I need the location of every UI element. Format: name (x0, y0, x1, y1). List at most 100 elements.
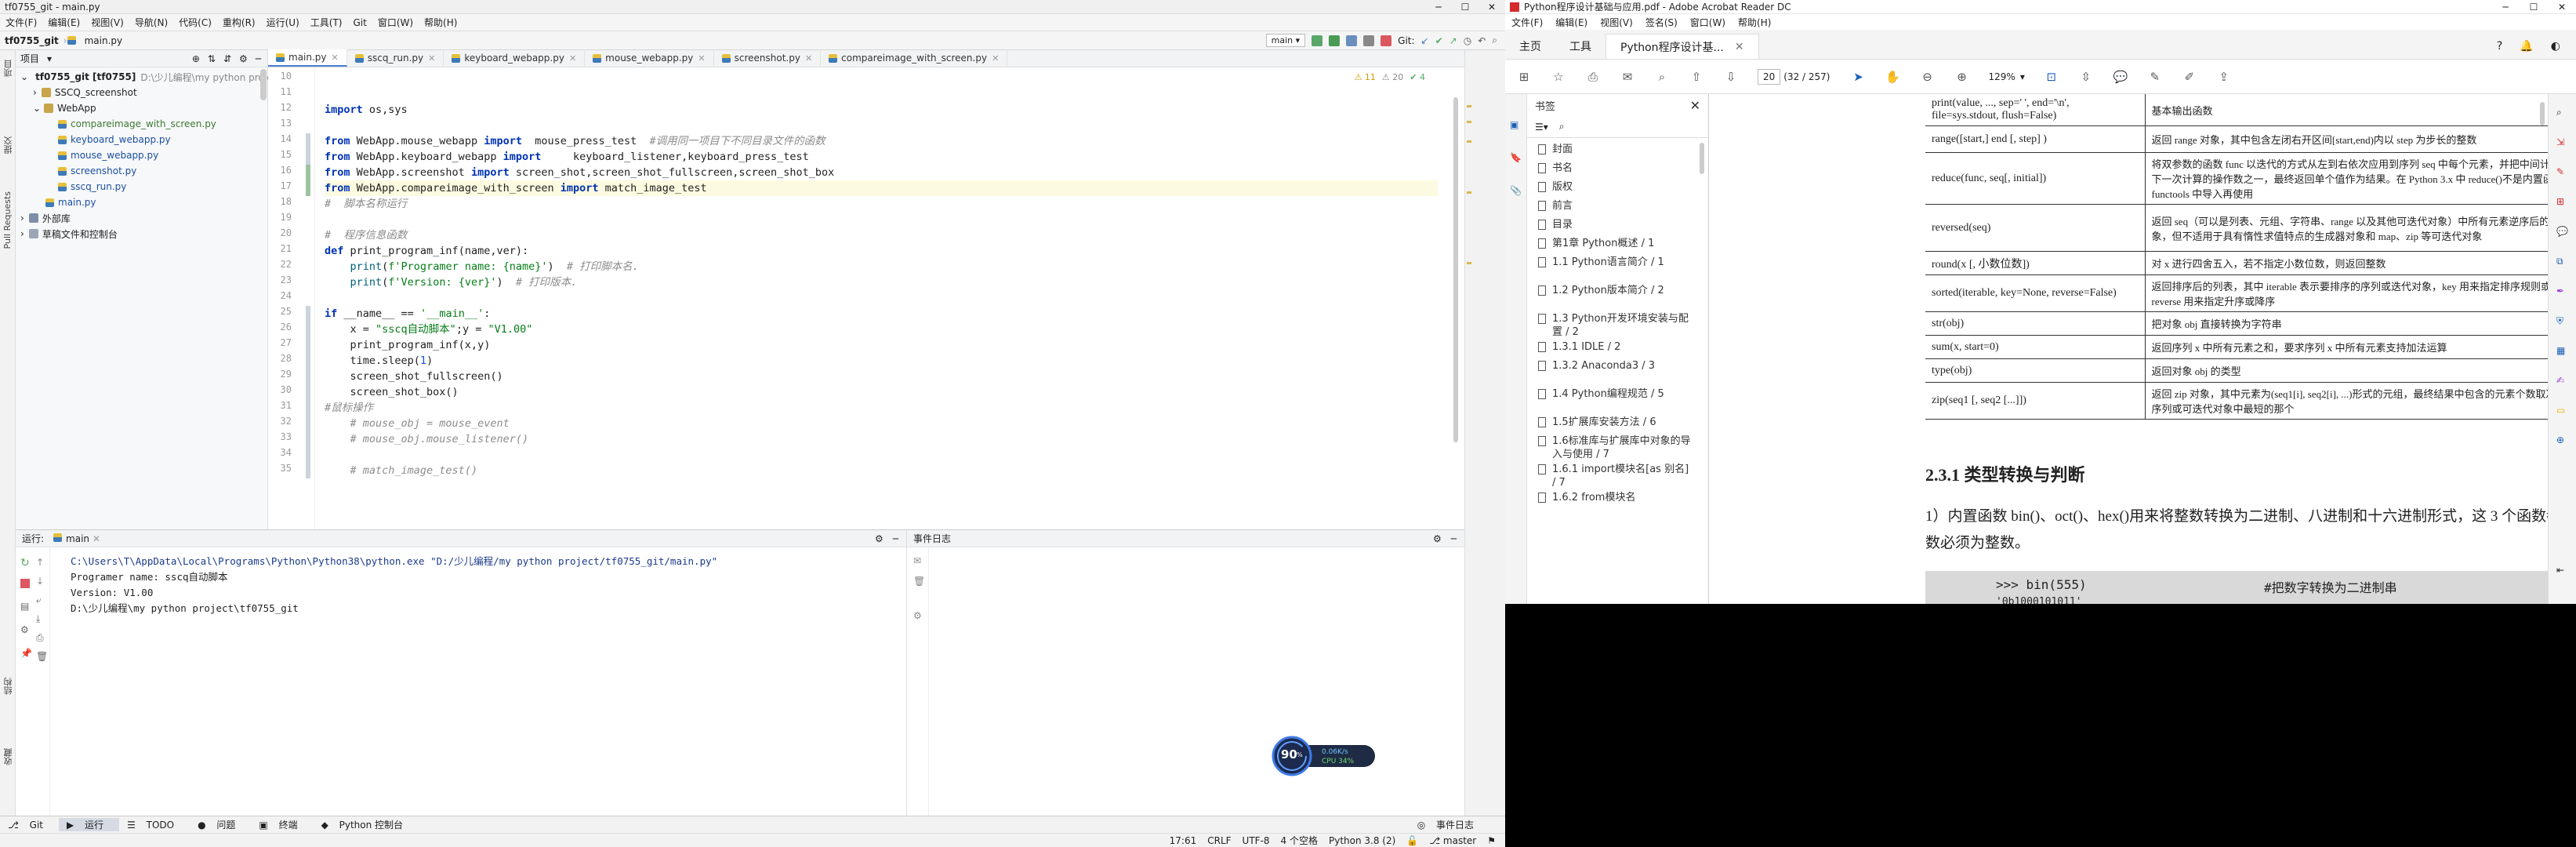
bookmark-search-icon[interactable]: ⌕ (1559, 121, 1565, 133)
comment-icon[interactable]: 💬 (2113, 69, 2128, 85)
bookmark-item[interactable]: 1.3.1 IDLE / 2 (1538, 340, 1695, 354)
tree-item-keyboard-webapp[interactable]: keyboard_webapp.py (16, 132, 267, 147)
next-page-icon[interactable]: ⇩ (1723, 69, 1739, 85)
protect-icon[interactable]: ⛨ (2556, 315, 2563, 327)
git-push-icon[interactable]: ↗ (1449, 35, 1457, 46)
settings-icon[interactable]: ⚙ (20, 624, 29, 635)
run-icon[interactable] (1312, 35, 1323, 46)
draw-icon[interactable]: ✐ (2182, 69, 2197, 85)
menu-run[interactable]: 运行(U) (261, 16, 305, 29)
todo-tool-tab[interactable]: ☰ TODO (119, 820, 190, 831)
menu-window[interactable]: 窗口(W) (372, 16, 419, 29)
indent-setting[interactable]: 4 个空格 (1281, 834, 1318, 847)
run-tool-tab[interactable]: ▶ 运行 (59, 818, 120, 831)
code-line[interactable]: print(f'Programer name: {name}') # 打印脚本名… (325, 259, 639, 274)
vcs-change-marker[interactable] (306, 133, 310, 149)
hide-icon[interactable]: ─ (256, 53, 261, 64)
tree-item-sscq-screenshot[interactable]: › SSCQ_screenshot (16, 85, 267, 100)
create-icon[interactable]: ⊞ (1516, 69, 1532, 85)
run-output[interactable]: C:\Users\T\AppData\Local\Programs\Python… (71, 554, 717, 616)
expand-icon[interactable]: ⇤ (2556, 565, 2564, 576)
zoom-out-icon[interactable]: ⊖ (1920, 69, 1936, 85)
bookmark-item[interactable]: 1.1 Python语言简介 / 1 (1538, 256, 1695, 269)
tree-item-root[interactable]: ⌄ tf0755_git [tf0755] D:\少儿编程\my python pr… (16, 69, 332, 85)
profile-icon[interactable] (1363, 35, 1375, 46)
gear-icon[interactable]: ⚙ (239, 53, 248, 64)
bookmark-item[interactable]: 1.3 Python开发环境安装与配置 / 2 (1538, 312, 1695, 339)
menu-tools[interactable]: 工具(T) (305, 16, 348, 29)
menu-git[interactable]: Git (347, 17, 372, 28)
mail-icon[interactable]: ✉ (1620, 69, 1635, 85)
bookmark-scrollbar[interactable] (1700, 143, 1704, 174)
scroll-mode-icon[interactable]: ⇳ (2078, 69, 2094, 85)
stop-icon[interactable] (20, 579, 30, 588)
bookmark-item[interactable]: 1.6.2 from模块名 (1538, 491, 1695, 504)
rerun-icon[interactable]: ↻ (20, 557, 30, 569)
menu-view[interactable]: 视图(V) (85, 16, 129, 29)
bookmark-item[interactable]: 1.5扩展库安装方法 / 6 (1538, 416, 1695, 429)
trash-icon[interactable]: 🗑 (913, 576, 925, 587)
settings-icon[interactable]: ⚙ (913, 610, 922, 621)
code-line[interactable]: # 脚本名称运行 (325, 196, 407, 212)
bookmark-item[interactable]: 前言 (1538, 199, 1695, 213)
menu-navigate[interactable]: 导航(N) (129, 16, 173, 29)
down-icon[interactable]: ↓ (36, 576, 44, 587)
breadcrumb-file[interactable]: main.py (80, 35, 128, 46)
pin-icon[interactable]: 📌 (20, 648, 32, 659)
select-tool-icon[interactable]: ➤ (1851, 69, 1867, 85)
tree-item-webapp[interactable]: ⌄ WebApp (16, 100, 267, 116)
menu-file[interactable]: 文件(F) (1505, 16, 1549, 29)
tree-item-external-libs[interactable]: › 外部库 (16, 210, 267, 226)
vcs-change-marker[interactable] (306, 384, 310, 400)
tab-home[interactable]: 主页 (1505, 34, 1555, 59)
code-line[interactable]: def print_program_inf(name,ver): (325, 243, 528, 259)
close-icon[interactable]: ✕ (698, 53, 705, 64)
trash-icon[interactable]: 🗑 (36, 651, 48, 662)
edit-pdf-icon[interactable]: ✎ (2556, 166, 2564, 177)
tab-tools[interactable]: 工具 (1555, 34, 1605, 59)
menu-file[interactable]: 文件(F) (0, 16, 42, 29)
code-line[interactable]: print_program_inf(x,y) (325, 337, 491, 353)
bookmark-item[interactable]: 1.6.1 import模块名[as 别名] / 7 (1538, 463, 1695, 489)
dropdown-icon[interactable]: ▾ (47, 53, 52, 64)
code-line[interactable]: # match_image_test() (325, 463, 478, 478)
layout-icon[interactable]: ▤ (20, 601, 29, 612)
close-icon[interactable]: ✕ (569, 53, 576, 64)
vcs-change-marker[interactable] (306, 416, 310, 431)
vcs-change-marker[interactable] (306, 337, 310, 353)
vcs-change-marker[interactable] (306, 149, 310, 165)
tree-item-screenshot[interactable]: screenshot.py (16, 163, 267, 179)
tree-item-main[interactable]: main.py (16, 194, 267, 210)
event-log-tool-tab[interactable]: ◎ 事件日志 (1410, 818, 1489, 831)
hide-icon[interactable]: ─ (893, 533, 898, 544)
vcs-change-marker[interactable] (306, 180, 310, 196)
search-icon[interactable]: ⌕ (1654, 69, 1670, 85)
menu-help[interactable]: 帮助(H) (419, 16, 463, 29)
vcs-change-marker[interactable] (306, 447, 310, 463)
print-icon[interactable]: ⎙ (36, 632, 44, 644)
code-line[interactable]: from WebApp.compareimage_with_screen imp… (325, 180, 707, 196)
file-encoding[interactable]: UTF-8 (1243, 835, 1270, 846)
terminal-tool-tab[interactable]: ▣ 终端 (251, 818, 313, 831)
signin-icon[interactable]: ◐ (2551, 40, 2560, 53)
bookmark-item[interactable]: 1.3.2 Anaconda3 / 3 (1538, 359, 1695, 373)
minimize-icon[interactable]: ─ (1425, 2, 1452, 13)
editor-scrollbar[interactable] (1453, 97, 1458, 442)
gear-icon[interactable]: ⚙ (875, 533, 883, 544)
lock-icon[interactable]: 🔓 (1406, 835, 1418, 846)
tab-main-py[interactable]: main.py ✕ (268, 49, 347, 67)
send-icon[interactable]: ▭ (2556, 405, 2565, 416)
vcs-change-marker[interactable] (306, 463, 310, 478)
hide-icon[interactable]: ─ (1451, 533, 1457, 544)
chevron-down-icon[interactable]: ▾ (2020, 71, 2025, 82)
code-line[interactable]: #鼠标操作 (325, 400, 373, 416)
tab-screenshot[interactable]: screenshot.py ✕ (714, 49, 822, 67)
mark-read-icon[interactable]: ✉ (913, 555, 921, 566)
soft-wrap-icon[interactable]: ⤶ (36, 594, 42, 606)
comment-icon[interactable]: 💬 (2556, 226, 2568, 237)
minimize-icon[interactable]: ─ (2491, 2, 2520, 13)
stop-icon[interactable] (1381, 35, 1392, 46)
create-pdf-icon[interactable]: ⊞ (2556, 196, 2564, 207)
close-icon[interactable]: ✕ (332, 53, 339, 63)
pdf-page[interactable]: print(value, ..., sep=' ', end='\n', fil… (1709, 94, 2576, 604)
